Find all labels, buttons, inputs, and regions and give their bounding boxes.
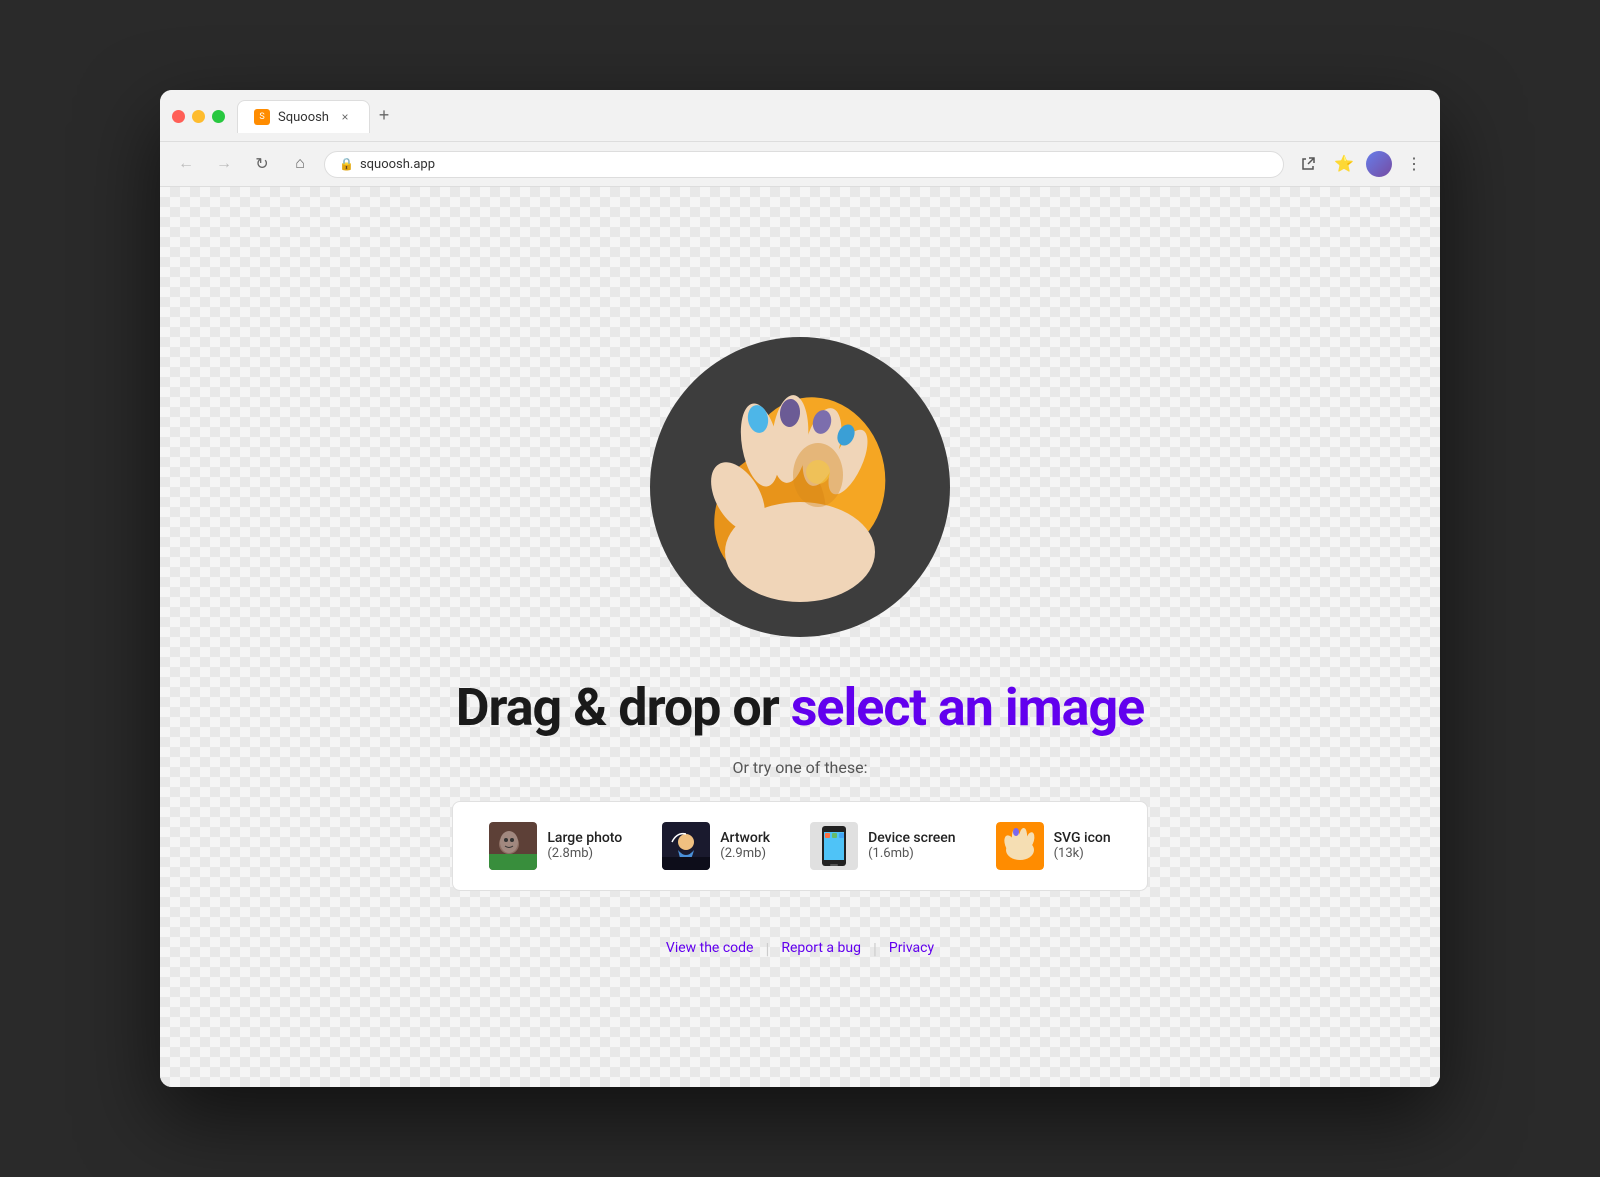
new-tab-button[interactable]: + [370, 101, 398, 129]
tab-favicon: S [254, 109, 270, 125]
sample-large-photo[interactable]: Large photo (2.8mb) [473, 814, 638, 878]
window-controls [172, 110, 225, 123]
tab-title: Squoosh [278, 110, 329, 125]
close-window-button[interactable] [172, 110, 185, 123]
sample-artwork[interactable]: Artwork (2.9mb) [646, 814, 786, 878]
select-image-link[interactable]: select an image [791, 677, 1145, 738]
privacy-link[interactable]: Privacy [889, 940, 934, 956]
large-photo-thumb [489, 822, 537, 870]
title-bar: S Squoosh × + [160, 90, 1440, 142]
squoosh-logo [670, 357, 930, 617]
large-photo-info: Large photo (2.8mb) [547, 830, 622, 861]
forward-button[interactable]: → [210, 150, 238, 178]
artwork-name: Artwork [720, 830, 770, 846]
large-photo-size: (2.8mb) [547, 846, 622, 861]
drop-heading: Drag & drop or select an image [456, 677, 1145, 738]
footer-links: View the code | Report a bug | Privacy [666, 939, 934, 958]
url-text: squoosh.app [360, 157, 435, 172]
divider-1: | [765, 939, 769, 958]
external-link-icon [1300, 156, 1316, 172]
artwork-thumb [662, 822, 710, 870]
report-bug-link[interactable]: Report a bug [781, 940, 861, 956]
svg-icon-name: SVG icon [1054, 830, 1111, 846]
active-tab[interactable]: S Squoosh × [237, 100, 370, 133]
browser-actions: ⭐ ⋮ [1294, 150, 1428, 178]
sample-svg-icon[interactable]: SVG icon (13k) [980, 814, 1127, 878]
view-code-link[interactable]: View the code [666, 940, 754, 956]
divider-2: | [873, 939, 877, 958]
logo-container [650, 337, 950, 637]
artwork-info: Artwork (2.9mb) [720, 830, 770, 861]
lock-icon: 🔒 [339, 157, 354, 171]
minimize-window-button[interactable] [192, 110, 205, 123]
address-bar-row: ← → ↻ ⌂ 🔒 squoosh.app ⭐ ⋮ [160, 142, 1440, 187]
menu-button[interactable]: ⋮ [1400, 150, 1428, 178]
svg-icon-size: (13k) [1054, 846, 1111, 861]
bookmark-button[interactable]: ⭐ [1330, 150, 1358, 178]
back-button[interactable]: ← [172, 150, 200, 178]
tab-close-button[interactable]: × [337, 109, 353, 125]
svg-icon-thumb [996, 822, 1044, 870]
refresh-button[interactable]: ↻ [248, 150, 276, 178]
drop-text-prefix: Drag & drop or [456, 677, 791, 738]
sample-images-container: Large photo (2.8mb) Artwork (2.9 [452, 801, 1147, 891]
tabs-row: S Squoosh × + [237, 100, 398, 133]
try-text: Or try one of these: [733, 758, 868, 777]
sample-device-screen[interactable]: Device screen (1.6mb) [794, 814, 971, 878]
device-screen-info: Device screen (1.6mb) [868, 830, 955, 861]
device-screen-size: (1.6mb) [868, 846, 955, 861]
logo-circle [650, 337, 950, 637]
svg-icon-info: SVG icon (13k) [1054, 830, 1111, 861]
avatar [1366, 151, 1392, 177]
address-bar[interactable]: 🔒 squoosh.app [324, 151, 1284, 178]
open-in-new-tab-button[interactable] [1294, 150, 1322, 178]
browser-window: S Squoosh × + ← → ↻ ⌂ 🔒 squoosh.app [160, 90, 1440, 1087]
maximize-window-button[interactable] [212, 110, 225, 123]
page-content[interactable]: Drag & drop or select an image Or try on… [160, 187, 1440, 1087]
home-button[interactable]: ⌂ [286, 150, 314, 178]
large-photo-name: Large photo [547, 830, 622, 846]
device-screen-thumb [810, 822, 858, 870]
device-screen-name: Device screen [868, 830, 955, 846]
artwork-size: (2.9mb) [720, 846, 770, 861]
